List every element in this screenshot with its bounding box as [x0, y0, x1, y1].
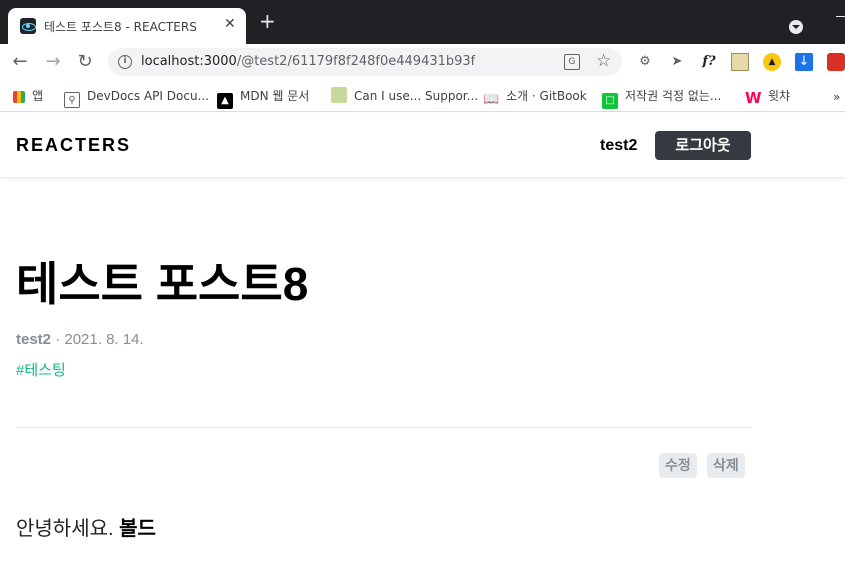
download-ext-icon[interactable]: ↓ [795, 53, 813, 71]
bookmark-star-icon[interactable]: ☆ [596, 51, 611, 71]
react-favicon-icon [20, 18, 36, 34]
delete-button[interactable]: 삭제 [707, 453, 745, 478]
bookmark-copyright[interactable]: □ 저작권 걱정 없는... [602, 86, 722, 109]
window-minimize-icon[interactable] [836, 16, 845, 17]
cursor-ext-icon[interactable]: ➤ [668, 53, 686, 71]
bookmarks-more-icon[interactable]: » [833, 90, 840, 104]
forward-arrow-icon[interactable]: → [41, 50, 65, 74]
bookmark-watcha[interactable]: W 윗챠 [745, 86, 790, 106]
post-meta: test2 · 2021. 8. 14. [16, 331, 144, 348]
post-body-bold: 볼드 [119, 518, 156, 540]
bookmarks-bar: 앱 ⚲ DevDocs API Docu... ▲ MDN 웹 문서 Can I u… [0, 80, 845, 112]
other-ext-icon[interactable] [827, 53, 845, 71]
browser-toolbar: ← → ↻ i localhost:3000/@test2/61179f8f24… [0, 44, 845, 80]
site-logo[interactable]: REACTERS [16, 135, 131, 156]
new-tab-button[interactable]: + [259, 11, 276, 31]
apps-grid-icon [13, 91, 25, 103]
bookmark-label: 윗챠 [768, 89, 791, 103]
post-title: 테스트 포스트8 [16, 258, 309, 310]
translate-icon[interactable]: G [564, 54, 580, 70]
mdn-icon: ▲ [217, 93, 233, 109]
post-author: test2 [16, 331, 52, 348]
bookmark-label: 앱 [32, 89, 44, 103]
bookmark-label: DevDocs API Docu... [87, 89, 209, 103]
url-host: localhost:3000 [141, 54, 237, 69]
reload-icon[interactable]: ↻ [73, 50, 97, 74]
bookmark-mdn[interactable]: ▲ MDN 웹 문서 [217, 86, 310, 109]
settings-ext-icon[interactable]: ⚙ [636, 53, 654, 71]
bookmark-label: 저작권 걱정 없는... [625, 89, 722, 103]
bookmark-label: 소개 · GitBook [506, 89, 587, 103]
fquestion-ext-icon[interactable]: f? [700, 53, 718, 71]
watcha-icon: W [745, 89, 762, 107]
post-date: 2021. 8. 14. [64, 331, 144, 348]
browser-tab-strip: 테스트 포스트8 - REACTERS ✕ + [0, 0, 845, 44]
site-header: REACTERS test2 로그아웃 [0, 113, 845, 178]
post-divider [16, 427, 751, 428]
logout-button[interactable]: 로그아웃 [655, 131, 751, 160]
edit-button[interactable]: 수정 [659, 453, 697, 478]
address-bar[interactable]: i localhost:3000/@test2/61179f8f248f0e44… [108, 48, 622, 76]
bookmark-apps[interactable]: 앱 [13, 86, 43, 106]
caniuse-icon [331, 87, 347, 103]
url-path: /@test2/61179f8f248f0e449431b93f [236, 54, 476, 69]
gitbook-icon: 📖 [483, 92, 500, 107]
copyright-icon: □ [602, 93, 618, 109]
meta-separator: · [51, 331, 65, 348]
post-body: 안녕하세요. 볼드 [16, 512, 156, 541]
site-info-icon[interactable]: i [118, 55, 132, 69]
back-arrow-icon[interactable]: ← [8, 50, 32, 74]
devdocs-icon: ⚲ [64, 92, 80, 108]
tab-title: 테스트 포스트8 - REACTERS [44, 20, 197, 34]
tab-close-icon[interactable]: ✕ [224, 16, 236, 32]
bookmark-label: MDN 웹 문서 [240, 89, 310, 103]
tab-search-icon[interactable] [789, 20, 803, 34]
post-body-text: 안녕하세요. [16, 518, 120, 540]
bookmark-caniuse[interactable]: Can I use... Suppor... [331, 86, 478, 106]
post-tag[interactable]: #테스팅 [16, 359, 66, 380]
browser-tab[interactable]: 테스트 포스트8 - REACTERS ✕ [8, 8, 246, 44]
url-text[interactable]: localhost:3000/@test2/61179f8f248f0e4494… [141, 54, 475, 69]
bookmark-label: Can I use... Suppor... [354, 89, 479, 103]
bookmark-devdocs[interactable]: ⚲ DevDocs API Docu... [64, 86, 209, 108]
sort-ext-icon[interactable]: ▲ [763, 53, 781, 71]
bookmark-gitbook[interactable]: 📖 소개 · GitBook [483, 86, 587, 107]
current-username: test2 [600, 137, 638, 154]
image-ext-icon[interactable] [731, 53, 749, 71]
